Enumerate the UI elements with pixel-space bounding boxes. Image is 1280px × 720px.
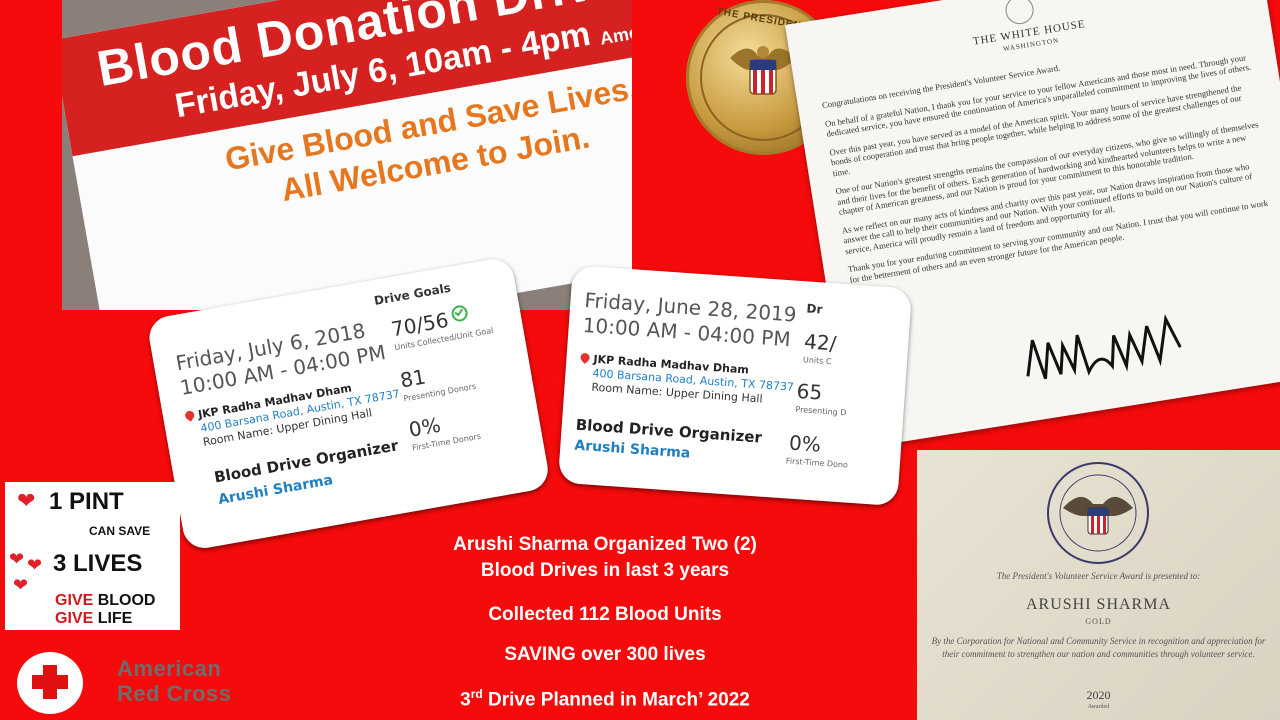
award-certificate: The President's Volunteer Service Award …	[917, 450, 1280, 720]
map-pin-icon	[578, 351, 592, 364]
units-value: 42/	[803, 329, 838, 356]
give-life-b: LIFE	[97, 610, 133, 627]
pint-line1: 1 PINT	[49, 488, 124, 515]
give-life-a: GIVE	[55, 610, 98, 627]
heart-icon: ❤	[27, 555, 43, 575]
caption-line2: Blood Drives in last 3 years	[480, 560, 730, 581]
first-time-label: First-Time Dono	[785, 456, 849, 470]
award-seal-icon	[1047, 462, 1149, 564]
units-label: Units C	[802, 355, 832, 367]
drive-goals-label: Drive Goals	[372, 280, 452, 308]
banner-photo: Blood Donation Drive Friday, July 6, 10a…	[62, 0, 632, 310]
drive-goals-label: Dr	[806, 301, 823, 317]
certificate-presented-line: The President's Volunteer Service Award …	[996, 571, 1201, 581]
heart-icon: ❤	[9, 549, 25, 569]
heart-icon: ❤	[13, 575, 29, 595]
donors-value: 65	[795, 378, 823, 405]
signature-icon	[1026, 314, 1182, 380]
give-life-line: GIVE LIFE	[55, 610, 132, 628]
donors-value: 81	[398, 364, 428, 393]
give-blood-b: BLOOD	[97, 592, 156, 609]
one-pint-graphic: ❤ 1 PINT CAN SAVE ❤ ❤ ❤ 3 LIVES GIVE BLO…	[5, 482, 180, 630]
logo-cross-v	[43, 665, 57, 699]
pint-line2: CAN SAVE	[89, 524, 151, 538]
caption-line3: Collected 112 Blood Units	[488, 604, 722, 625]
map-pin-icon	[183, 409, 196, 422]
first-time-value: 0%	[788, 430, 822, 457]
give-blood-a: GIVE	[55, 592, 98, 609]
caption-line1: Arushi Sharma Organized Two (2)	[453, 534, 757, 555]
donors-label: Presenting D	[795, 404, 847, 418]
check-circle-icon	[450, 304, 469, 323]
logo-line2: Red Cross	[117, 681, 232, 706]
caption-line4: SAVING over 300 lives	[504, 644, 706, 665]
caption-line5-b: Drive Planned in March’ 2022	[482, 689, 750, 711]
first-time-value: 0%	[407, 412, 443, 442]
caption-line5: 3rd Drive Planned in March’ 2022	[330, 687, 880, 711]
logo-line1: American	[117, 656, 222, 681]
certificate-level: GOLD	[1085, 617, 1112, 626]
banner-sheet: Blood Donation Drive Friday, July 6, 10a…	[62, 0, 632, 310]
organizer-name[interactable]: Arushi Sharma	[574, 438, 691, 462]
letter-body: Congratulations on receiving the Preside…	[821, 33, 1276, 293]
eagle-shield-icon	[730, 46, 796, 95]
drive-location: JKP Radha Madhav Dham 400 Barsana Road, …	[578, 351, 795, 409]
give-blood-line: GIVE BLOOD	[55, 592, 155, 610]
caption-line5-a: 3	[460, 689, 471, 711]
certificate-year: 2020	[1086, 688, 1111, 702]
heart-icon: ❤	[17, 488, 36, 513]
red-cross-icon	[5, 650, 93, 716]
drive-card-2019: Dr Friday, June 28, 2019 10:00 AM - 04:0…	[557, 265, 913, 507]
caption-line5-sup: rd	[470, 687, 483, 701]
certificate-text: By the Corporation for National and Comm…	[931, 636, 1266, 659]
certificate-awarded: Awarded	[1087, 704, 1110, 710]
presidential-seal-icon	[1003, 0, 1036, 27]
certificate-recipient: ARUSHI SHARMA	[1025, 596, 1172, 613]
pint-line3: 3 LIVES	[53, 550, 143, 577]
